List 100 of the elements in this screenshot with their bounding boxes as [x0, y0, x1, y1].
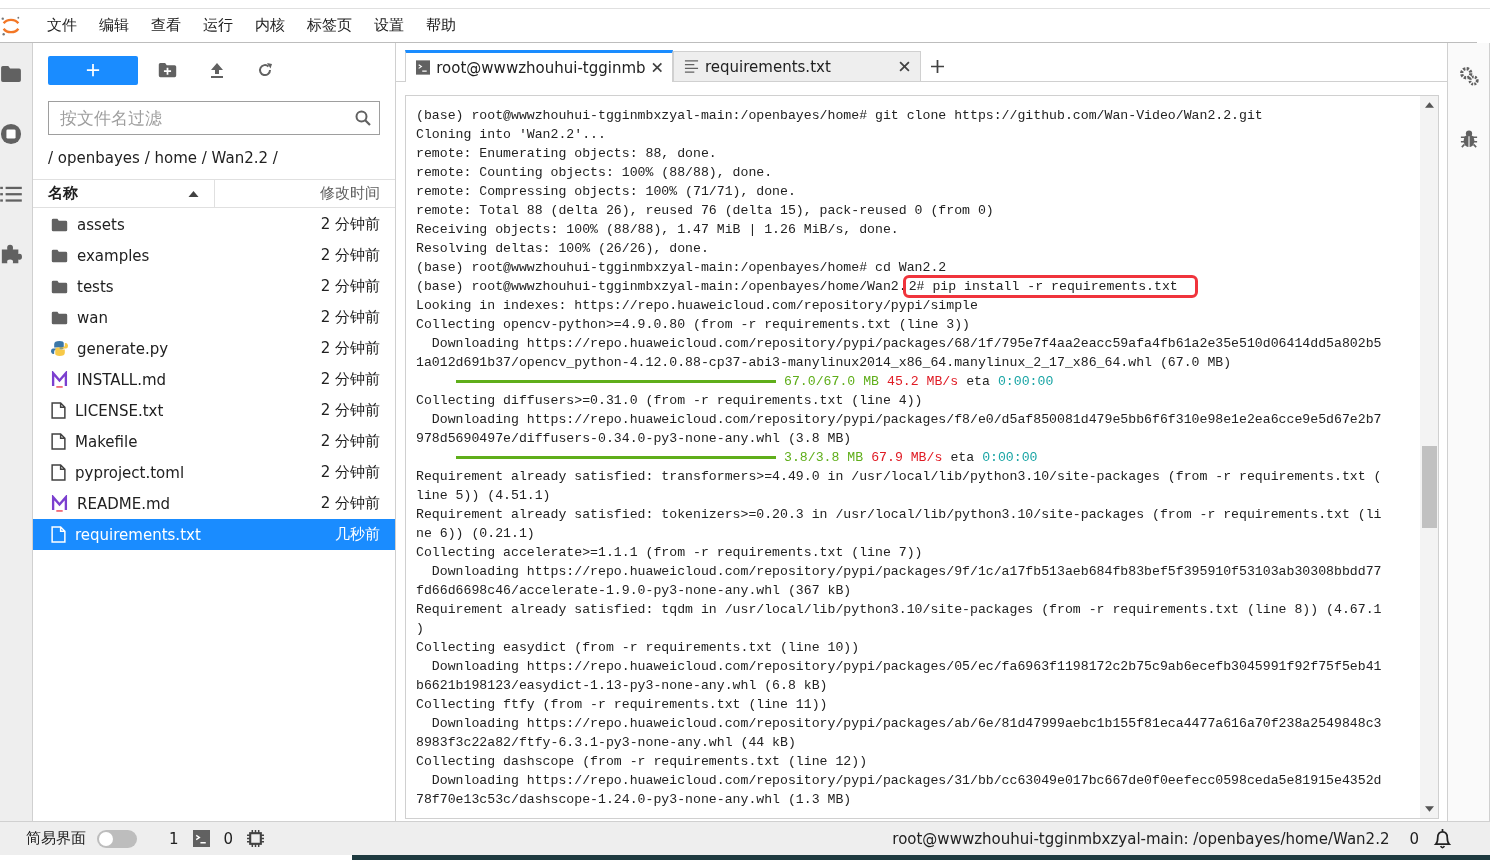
- menu-item[interactable]: 编辑: [88, 16, 140, 35]
- menu-item[interactable]: 运行: [192, 16, 244, 35]
- terminal-line: remote: Compressing objects: 100% (71/71), done.: [416, 183, 797, 201]
- file-name: wan: [77, 308, 109, 327]
- menu-item[interactable]: 文件: [36, 16, 88, 35]
- terminal-line: fd66d6698c46/accelerate-1.9.0-py3-none-any.whl (367 kB): [416, 582, 853, 600]
- simple-mode-toggle[interactable]: [97, 829, 137, 848]
- kernel-count: 0: [222, 829, 235, 848]
- terminal-line: remote: Counting objects: 100% (88/88), done.: [416, 164, 774, 182]
- file-item[interactable]: Makefile 2 分钟前: [33, 426, 395, 457]
- menu-item[interactable]: 设置: [363, 16, 415, 35]
- file-icon: [51, 433, 66, 450]
- scrollbar-thumb[interactable]: [1422, 446, 1437, 528]
- terminal-line: 78f70e13c53c/dashscope-1.24.0-py3-none-any.whl (1.3 MB): [416, 791, 853, 809]
- bug-icon[interactable]: [1459, 129, 1478, 149]
- menu-item[interactable]: 查看: [140, 16, 192, 35]
- file-item[interactable]: pyproject.toml 2 分钟前: [33, 457, 395, 488]
- file-name: Makefile: [75, 432, 139, 451]
- editor-tab[interactable]: requirements.txt: [673, 51, 921, 81]
- list-icon[interactable]: [0, 185, 22, 203]
- add-tab-icon[interactable]: [931, 60, 944, 73]
- menu-item[interactable]: 标签页: [296, 16, 363, 35]
- terminal-panel[interactable]: [405, 95, 1439, 819]
- new-launcher-button[interactable]: [48, 55, 138, 85]
- folder-icon: [51, 217, 68, 232]
- filter-field[interactable]: 按文件名过滤: [48, 101, 380, 135]
- terminal-line: Collecting diffusers>=0.31.0 (from -r requirements.txt (line 4)): [416, 392, 924, 410]
- terminal-line: Downloading https://repo.huaweicloud.com/repository/pypi/packages/68/1f/795e7f4aa2eacc59afa4fb61a2e35e510d06414dd5a802b5: [430, 335, 1383, 353]
- download-size: 3.8/3.8 MB: [784, 449, 864, 467]
- file-name: README.md: [77, 494, 172, 513]
- new-folder-icon[interactable]: [158, 62, 177, 78]
- file-item[interactable]: assets 2 分钟前: [33, 209, 395, 240]
- eta-label: eta: [950, 449, 975, 467]
- terminal-line: Downloading https://repo.huaweicloud.com/repository/pypi/packages/ab/6e/81d47999aebc1b155f81eca4477a616a70f238a2549848c3: [430, 715, 1383, 733]
- file-name: requirements.txt: [75, 525, 202, 544]
- modified-time: 2 分钟前: [320, 463, 380, 482]
- logo-icon: [0, 14, 22, 37]
- modified-time: 2 分钟前: [320, 277, 380, 296]
- eta-label: eta: [966, 373, 990, 391]
- file-item[interactable]: wan 2 分钟前: [33, 302, 395, 333]
- breadcrumb[interactable]: / openbayes / home / Wan2.2 /: [48, 149, 395, 167]
- terminal-line: Collecting ftfy (from -r requirements.txt (line 11)): [416, 696, 829, 714]
- notification-count: 0: [1408, 829, 1420, 848]
- terminal-line: (base) root@wwwzhouhui-tgginmbxzyal-main:/openbayes/home# cd Wan2.2: [416, 259, 948, 277]
- upload-icon[interactable]: [209, 62, 225, 78]
- eta-time: 0:00:00: [997, 373, 1054, 391]
- modified-time: 2 分钟前: [320, 401, 380, 420]
- terminal-line: line 5)) (4.51.1): [416, 487, 552, 505]
- terminal-line: Collecting dashscope (from -r requirements.txt (line 12)): [416, 753, 869, 771]
- menu-item[interactable]: 帮助: [415, 16, 467, 35]
- folder-icon: [51, 310, 68, 325]
- file-item[interactable]: tests 2 分钟前: [33, 271, 395, 302]
- terminal-line: Downloading https://repo.huaweicloud.com/repository/pypi/packages/f8/e0/d5af850081d479e5bb6f6f310e98e1e2ea6cce9e5d67e2b7: [430, 411, 1383, 429]
- file-icon: [51, 402, 66, 419]
- modified-time: 2 分钟前: [320, 494, 380, 513]
- file-item[interactable]: generate.py 2 分钟前: [33, 333, 395, 364]
- close-icon[interactable]: [899, 61, 910, 72]
- column-header[interactable]: 名称: [48, 184, 78, 203]
- terminal-line: Collecting easydict (from -r requirements.txt (line 10)): [416, 639, 861, 657]
- refresh-icon[interactable]: [257, 62, 273, 78]
- chip-icon[interactable]: [247, 830, 265, 847]
- terminal-line: Collecting accelerate>=1.1.1 (from -r requirements.txt (line 7)): [416, 544, 924, 562]
- menu-item[interactable]: 内核: [244, 16, 296, 35]
- download-speed: 45.2 MB/s: [886, 373, 959, 391]
- folder-icon: [51, 248, 68, 263]
- file-icon: [51, 526, 66, 543]
- modified-time: 几秒前: [335, 525, 380, 544]
- file-item[interactable]: README.md 2 分钟前: [33, 488, 395, 519]
- editor-tab[interactable]: root@wwwzhouhui-tgginmb: [405, 50, 673, 82]
- terminal-line: Requirement already satisfied: tqdm in /usr/local/lib/python3.10/site-packages (from -r requirements.txt (line 8)) (4.67.1: [416, 601, 1383, 619]
- download-speed: 67.9 MB/s: [871, 449, 943, 467]
- download-size: 67.0/67.0 MB: [784, 373, 879, 391]
- terminal-icon: [416, 60, 431, 75]
- gears-icon[interactable]: [1457, 65, 1480, 87]
- terminal-count: 1: [168, 829, 180, 848]
- folder-icon[interactable]: [0, 65, 22, 83]
- terminal-icon[interactable]: [192, 830, 210, 847]
- file-item[interactable]: examples 2 分钟前: [33, 240, 395, 271]
- modified-time: 2 分钟前: [320, 370, 380, 389]
- terminal-line: ne 6)) (0.21.1): [416, 525, 536, 543]
- simple-mode-label: 简易界面: [26, 829, 86, 848]
- bell-icon[interactable]: [1433, 828, 1452, 849]
- scroll-down-icon[interactable]: [1424, 806, 1434, 812]
- terminal-line: Downloading https://repo.huaweicloud.com/repository/pypi/packages/31/bb/cc63049e017bc667de0f0eefecc0598ceda5e81915e4352d: [430, 772, 1383, 790]
- terminal-line: ): [416, 620, 425, 638]
- close-icon[interactable]: [651, 62, 662, 73]
- folder-icon: [51, 279, 68, 294]
- file-name: tests: [77, 277, 115, 296]
- status-path: root@wwwzhouhui-tgginmbxzyal-main: /openbayes/home/Wan2.2: [892, 829, 1390, 848]
- scroll-up-icon[interactable]: [1424, 102, 1434, 108]
- terminal-line: Looking in indexes: https://repo.huaweicloud.com/repository/pypi/simple: [416, 297, 979, 315]
- file-item[interactable]: INSTALL.md 2 分钟前: [33, 364, 395, 395]
- terminal-line: Downloading https://repo.huaweicloud.com/repository/pypi/packages/9f/1c/a17fb513aeb684fb83bef5f395910f53103ab30308bbdd77: [430, 563, 1383, 581]
- stop-icon[interactable]: [0, 123, 22, 145]
- file-item[interactable]: LICENSE.txt 2 分钟前: [33, 395, 395, 426]
- column-header[interactable]: 修改时间: [320, 184, 380, 203]
- puzzle-icon[interactable]: [0, 243, 22, 265]
- terminal-line: 978d5690497e/diffusers-0.34.0-py3-none-any.whl (3.8 MB): [416, 430, 853, 448]
- terminal-line: 8983f3c22a82/ftfy-6.3.1-py3-none-any.whl (44 kB): [416, 734, 797, 752]
- eta-time: 0:00:00: [982, 449, 1038, 467]
